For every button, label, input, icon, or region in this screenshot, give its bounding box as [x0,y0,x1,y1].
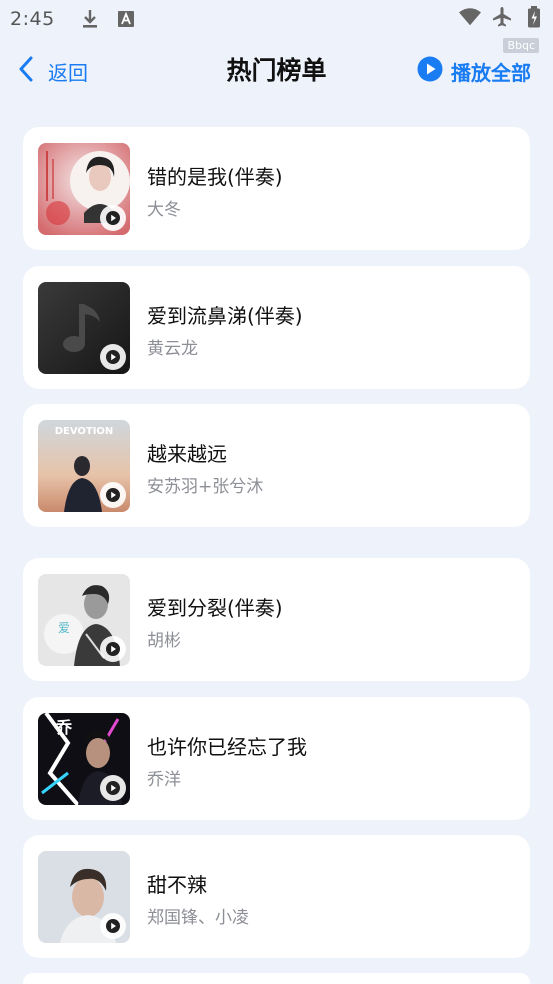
play-all-button[interactable]: 播放全部 [417,54,531,88]
battery-icon [523,6,545,28]
song-title: 爱到分裂(伴奏) [147,596,283,620]
song-artist: 郑国锋、小凌 [147,908,249,928]
song-title: 错的是我(伴奏) [147,165,283,189]
album-cover [38,282,130,374]
cover-text: DEVOTION [55,426,114,437]
song-title: 爱到流鼻涕(伴奏) [147,304,303,328]
download-icon [79,8,101,30]
play-icon[interactable] [100,636,126,662]
play-icon[interactable] [100,482,126,508]
song-artist: 黄云龙 [147,339,198,359]
song-title: 甜不辣 [147,873,207,897]
song-artist: 安苏羽+张兮沐 [147,477,264,497]
song-card[interactable]: 爱到流鼻涕(伴奏) 黄云龙 [23,266,530,389]
status-time: 2:45 [10,8,55,30]
play-icon[interactable] [100,775,126,801]
song-artist: 乔洋 [147,770,181,790]
song-card[interactable]: 甜不辣 郑国锋、小凌 [23,835,530,958]
play-icon[interactable] [100,913,126,939]
song-card[interactable]: 乔 也许你已经忘了我 乔洋 [23,697,530,820]
album-cover [38,143,130,235]
play-circle-icon [417,56,443,86]
album-cover: DEVOTION [38,420,130,512]
wifi-icon [459,6,481,28]
album-cover: 爱 [38,574,130,666]
svg-text:乔: 乔 [55,718,73,737]
song-title: 越来越远 [147,442,227,466]
song-artist: 大冬 [147,200,181,220]
song-card-partial[interactable] [23,973,530,984]
play-all-label: 播放全部 [451,60,531,85]
album-cover [38,851,130,943]
header: 返回 热门榜单 播放全部 [0,44,553,98]
play-icon[interactable] [100,344,126,370]
play-icon[interactable] [100,205,126,231]
svg-text:爱: 爱 [58,621,70,635]
song-card[interactable]: 错的是我(伴奏) 大冬 [23,127,530,250]
song-artist: 胡彬 [147,631,181,651]
song-card[interactable]: 爱 爱到分裂(伴奏) 胡彬 [23,558,530,681]
status-bar: 2:45 [0,0,553,38]
album-cover: 乔 [38,713,130,805]
song-card[interactable]: DEVOTION 越来越远 安苏羽+张兮沐 [23,404,530,527]
font-a-icon [115,8,137,30]
song-title: 也许你已经忘了我 [147,735,307,759]
airplane-icon [491,6,513,28]
